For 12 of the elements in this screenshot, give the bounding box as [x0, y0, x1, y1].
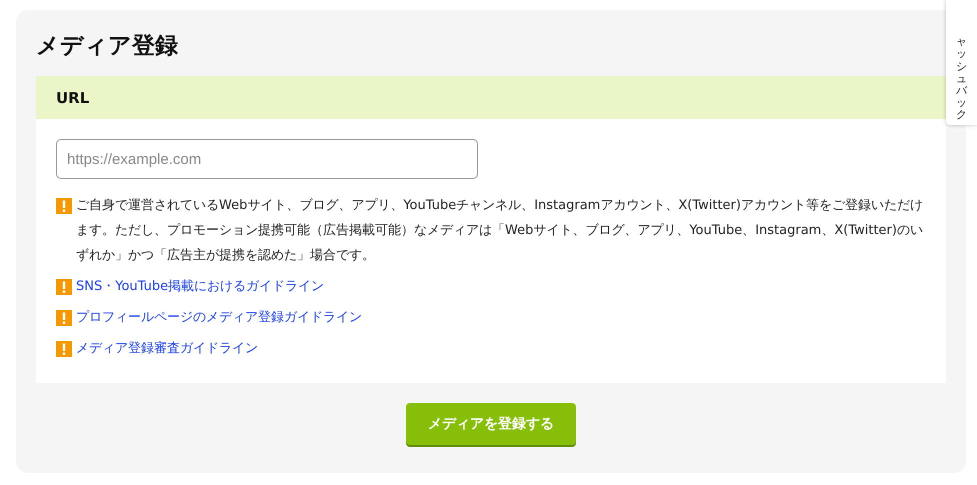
section-heading: URL: [56, 88, 90, 106]
warning-icon: [56, 279, 72, 295]
guideline-link[interactable]: プロフィールページのメディア登録ガイドライン: [76, 305, 362, 330]
warning-icon: [56, 310, 72, 326]
guideline-link[interactable]: SNS・YouTube掲載におけるガイドライン: [76, 274, 324, 299]
guideline-link[interactable]: メディア登録審査ガイドライン: [76, 336, 258, 361]
page-title: メディア登録: [36, 32, 179, 61]
side-tab[interactable]: ャッシュバック: [946, 0, 977, 125]
url-field[interactable]: https://example.com: [56, 139, 478, 179]
notice-text: ご自身で運営されているWebサイト、ブログ、アプリ、YouTubeチャンネル、Instagramアカウント、X(Twitter)アカウント等をご登録いただけます。ただし、プロモーション提携可能（広告掲載可能）なメディアは「Webサイト、ブログ、アプリ、YouTube、Instagram、X(Twitter)のいずれか」かつ「広告主が提携を認めた」場合です。: [76, 197, 924, 265]
warning-icon: [56, 341, 72, 357]
warning-icon: [56, 198, 72, 214]
